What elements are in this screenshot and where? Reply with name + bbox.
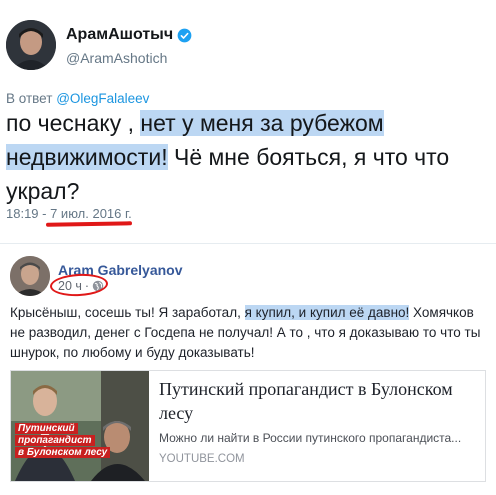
thumbnail-caption-line: Путинский xyxy=(15,423,78,434)
tweet-card: АрамАшотыч @AramAshotich В ответ @OlegFa… xyxy=(0,0,496,244)
reply-prefix: В ответ xyxy=(6,91,53,106)
red-underline-annotation xyxy=(45,221,133,227)
link-description: Можно ли найти в России путинского пропа… xyxy=(159,431,462,445)
verified-badge-icon xyxy=(177,28,192,42)
tweet-author-avatar[interactable] xyxy=(6,20,56,70)
tweet-author-name-row[interactable]: АрамАшотыч xyxy=(66,26,192,44)
tweet-text: по чеснаку , нет у меня за рубежом недви… xyxy=(6,106,496,208)
fb-post-text: Крысёныш, сосешь ты! Я заработал, я купи… xyxy=(10,303,490,363)
link-preview-card[interactable]: Путинский пропагандист в Булонском лесу … xyxy=(10,370,486,482)
tweet-author-handle[interactable]: @AramAshotich xyxy=(66,50,167,66)
reply-to-line: В ответ @OlegFalaleev xyxy=(6,91,149,106)
link-title[interactable]: Путинский пропагандист в Булонском лесу xyxy=(159,377,475,425)
fb-author-avatar[interactable] xyxy=(10,256,50,296)
fb-text-highlight: я купил, и купил её давно! xyxy=(244,305,410,320)
section-divider xyxy=(0,243,496,244)
reply-mention-link[interactable]: @OlegFalaleev xyxy=(56,91,149,106)
link-card-body[interactable]: Путинский пропагандист в Булонском лесу … xyxy=(149,371,485,481)
thumbnail-caption: Путинский пропагандист в Булонском лесу xyxy=(15,423,111,459)
thumbnail-caption-line: в Булонском лесу xyxy=(15,447,111,458)
tweet-text-part1: по чеснаку , xyxy=(6,110,141,136)
tweet-timestamp[interactable]: 18:19 - 7 июл. 2016 г. xyxy=(6,206,132,221)
link-thumbnail[interactable]: Путинский пропагандист в Булонском лесу xyxy=(11,371,149,481)
tweet-author-name[interactable]: АрамАшотыч xyxy=(66,26,173,44)
thumbnail-caption-line: пропагандист xyxy=(15,435,95,446)
fb-text-part1: Крысёныш, сосешь ты! Я заработал, xyxy=(10,305,245,320)
link-domain: YOUTUBE.COM xyxy=(159,453,245,465)
